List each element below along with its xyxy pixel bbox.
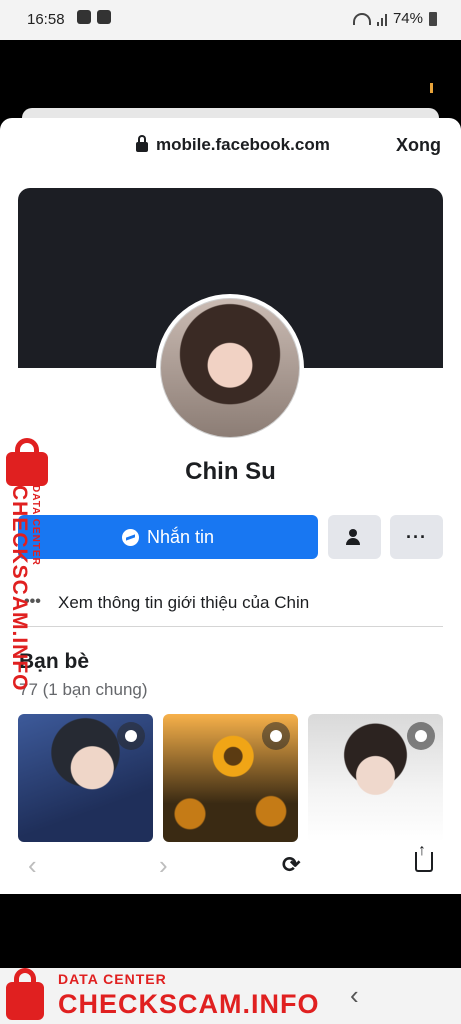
browser-url-bar: mobile.facebook.com Xong bbox=[0, 118, 461, 174]
forward-chevron-icon[interactable]: › bbox=[159, 850, 168, 881]
lock-icon bbox=[136, 135, 148, 152]
profile-name: Chin Su bbox=[185, 458, 276, 485]
avatar-image bbox=[160, 298, 300, 438]
back-chevron-icon[interactable]: ‹ bbox=[28, 850, 37, 881]
friend-check-icon bbox=[345, 529, 364, 545]
friend-status-button[interactable] bbox=[328, 515, 381, 559]
browser-sheet: mobile.facebook.com Xong Chin Su Nhắn ti… bbox=[0, 118, 461, 894]
lock-logo-icon bbox=[6, 968, 44, 1020]
friend-card[interactable] bbox=[308, 714, 443, 842]
watermark-bottom: DATA CENTER CHECKSCAM.INFO bbox=[0, 962, 461, 1024]
battery-percent: 74% bbox=[392, 10, 423, 27]
more-dots-icon: ··· bbox=[406, 526, 427, 547]
lock-logo-icon bbox=[6, 438, 48, 486]
share-icon[interactable] bbox=[415, 842, 433, 872]
friend-card[interactable] bbox=[18, 714, 153, 842]
messenger-icon bbox=[121, 528, 139, 546]
add-friend-icon[interactable] bbox=[262, 722, 290, 750]
watermark-brand-text: CHECKSCAM.INFO bbox=[8, 485, 31, 692]
about-info-link[interactable]: ••• Xem thông tin giới thiệu của Chin bbox=[18, 588, 443, 627]
browser-toolbar: ‹ › ⟳ bbox=[0, 842, 461, 888]
profile-avatar[interactable] bbox=[156, 294, 304, 442]
messenger-notification-icon bbox=[77, 10, 91, 24]
camera-notification-icon bbox=[97, 10, 111, 24]
watermark-data-center-text: DATA CENTER bbox=[58, 971, 167, 987]
add-friend-icon[interactable] bbox=[407, 722, 435, 750]
add-friend-icon[interactable] bbox=[117, 722, 145, 750]
more-options-button[interactable]: ··· bbox=[390, 515, 443, 559]
battery-icon bbox=[429, 11, 437, 26]
watermark-side: DATA CENTER CHECKSCAM.INFO bbox=[2, 438, 50, 692]
refresh-icon[interactable]: ⟳ bbox=[282, 852, 300, 878]
done-button[interactable]: Xong bbox=[396, 135, 441, 156]
signal-icon bbox=[376, 12, 387, 26]
about-info-text: Xem thông tin giới thiệu của Chin bbox=[58, 593, 310, 612]
message-button[interactable]: Nhắn tin bbox=[18, 515, 318, 559]
status-time: 16:58 bbox=[27, 11, 65, 28]
indicator-dot bbox=[430, 83, 433, 93]
friend-card[interactable] bbox=[163, 714, 298, 842]
message-button-label: Nhắn tin bbox=[146, 526, 215, 547]
watermark-data-center-text: DATA CENTER bbox=[30, 485, 41, 566]
wifi-icon bbox=[352, 12, 371, 25]
url-text: mobile.facebook.com bbox=[156, 135, 330, 154]
watermark-brand-text: CHECKSCAM.INFO bbox=[58, 989, 320, 1019]
status-bar: 16:58 74% bbox=[0, 0, 461, 40]
